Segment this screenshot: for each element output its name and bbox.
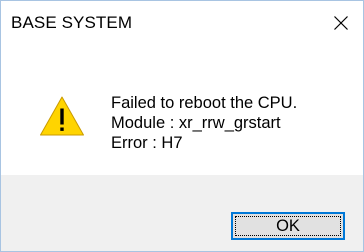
title-bar: BASE SYSTEM xyxy=(1,1,363,47)
warning-icon xyxy=(39,95,85,137)
message-dialog: BASE SYSTEM Failed to reboot the CPU. Mo… xyxy=(0,0,364,252)
close-button[interactable] xyxy=(319,1,363,45)
close-icon xyxy=(333,15,349,31)
message-area: Failed to reboot the CPU. Module : xr_rr… xyxy=(1,47,363,175)
message-text: Failed to reboot the CPU. Module : xr_rr… xyxy=(111,93,297,153)
message-line: Error : H7 xyxy=(111,134,183,152)
ok-button[interactable]: OK xyxy=(231,212,345,240)
ok-button-label: OK xyxy=(276,216,300,235)
button-bar: OK xyxy=(1,175,363,251)
message-line: Module : xr_rrw_grstart xyxy=(111,114,281,132)
dialog-title: BASE SYSTEM xyxy=(11,13,133,32)
message-line: Failed to reboot the CPU. xyxy=(111,94,298,112)
